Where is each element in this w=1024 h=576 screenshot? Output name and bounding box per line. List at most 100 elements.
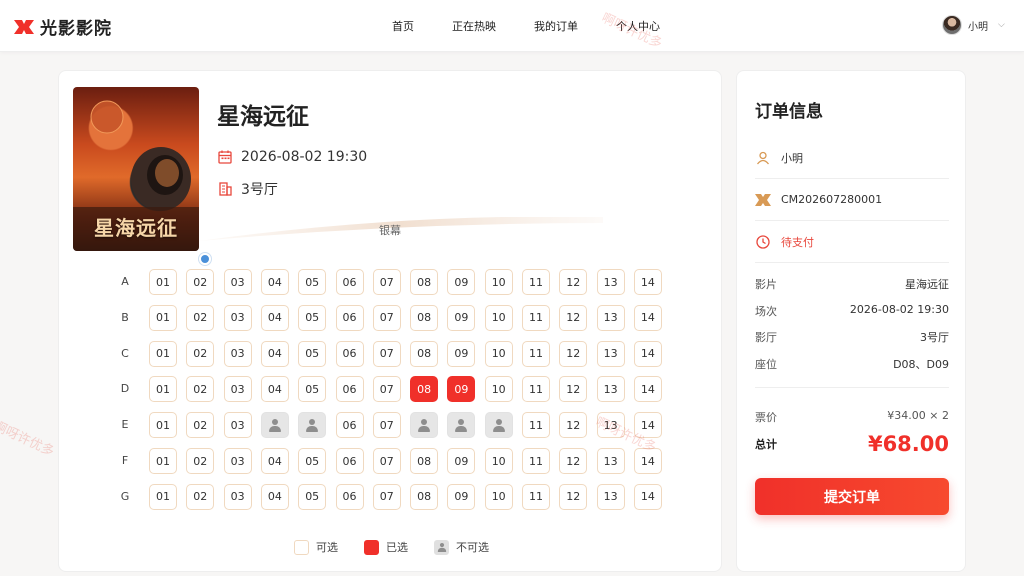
seat-A13[interactable]: 13 (596, 269, 625, 295)
seat-A14[interactable]: 14 (633, 269, 662, 295)
seat-G12[interactable]: 12 (559, 483, 588, 510)
seat-A11[interactable]: 11 (522, 269, 550, 295)
seat-G04[interactable]: 04 (260, 483, 289, 510)
seat-A12[interactable]: 12 (559, 269, 588, 295)
seat-A03[interactable]: 03 (223, 269, 252, 295)
seat-D06[interactable]: 06 (335, 376, 364, 403)
seat-B13[interactable]: 13 (596, 304, 625, 331)
nav-home[interactable]: 首页 (392, 18, 414, 34)
seat-F05[interactable]: 05 (298, 448, 327, 474)
logo[interactable]: 光影影院 (14, 14, 112, 39)
seat-D07[interactable]: 07 (372, 376, 401, 403)
seat-B03[interactable]: 03 (223, 304, 252, 331)
seat-B04[interactable]: 04 (260, 304, 289, 331)
seat-F07[interactable]: 07 (372, 448, 401, 474)
seat-D08[interactable]: 08 (410, 376, 439, 403)
seat-B10[interactable]: 10 (484, 304, 513, 331)
seat-F10[interactable]: 10 (484, 448, 513, 474)
seat-E12[interactable]: 12 (559, 412, 588, 439)
seat-C09[interactable]: 09 (447, 340, 476, 367)
seat-A10[interactable]: 10 (484, 269, 513, 295)
submit-order-button[interactable]: 提交订单 (755, 478, 949, 515)
seat-E01[interactable]: 01 (149, 412, 177, 439)
seat-F13[interactable]: 13 (596, 448, 625, 474)
seat-E11[interactable]: 11 (522, 412, 550, 439)
seat-B11[interactable]: 11 (522, 304, 550, 331)
seat-C08[interactable]: 08 (410, 340, 439, 367)
seat-G09[interactable]: 09 (447, 483, 476, 510)
seat-C02[interactable]: 02 (186, 340, 215, 367)
seat-F14[interactable]: 14 (633, 448, 662, 474)
seat-G02[interactable]: 02 (186, 483, 215, 510)
seat-F11[interactable]: 11 (522, 448, 550, 474)
seat-C03[interactable]: 03 (223, 340, 252, 367)
seat-A08[interactable]: 08 (410, 269, 439, 295)
seat-D09[interactable]: 09 (447, 376, 476, 403)
seat-D02[interactable]: 02 (186, 376, 215, 403)
seat-E03[interactable]: 03 (223, 412, 252, 439)
seat-A07[interactable]: 07 (372, 269, 401, 295)
seat-E02[interactable]: 02 (186, 412, 215, 439)
seat-B05[interactable]: 05 (298, 304, 327, 331)
seat-B01[interactable]: 01 (149, 304, 177, 331)
seat-G07[interactable]: 07 (372, 483, 401, 510)
seat-C04[interactable]: 04 (260, 340, 289, 367)
seat-E06[interactable]: 06 (335, 412, 364, 439)
user-menu[interactable]: 小明 ⌵ (942, 15, 1005, 35)
seat-F12[interactable]: 12 (559, 448, 588, 474)
seat-G03[interactable]: 03 (223, 483, 252, 510)
seat-C10[interactable]: 10 (484, 340, 513, 367)
seat-D10[interactable]: 10 (484, 376, 513, 403)
seat-F03[interactable]: 03 (223, 448, 252, 474)
seat-F06[interactable]: 06 (335, 448, 364, 474)
seat-C07[interactable]: 07 (372, 340, 401, 367)
seat-E13[interactable]: 13 (596, 412, 625, 439)
seat-A04[interactable]: 04 (260, 269, 289, 295)
seat-B09[interactable]: 09 (447, 304, 476, 331)
seat-F08[interactable]: 08 (410, 448, 439, 474)
seat-A06[interactable]: 06 (335, 269, 364, 295)
seat-D13[interactable]: 13 (596, 376, 625, 403)
seat-C11[interactable]: 11 (522, 340, 550, 367)
seat-F09[interactable]: 09 (447, 448, 476, 474)
seat-D14[interactable]: 14 (633, 376, 662, 403)
seat-D03[interactable]: 03 (223, 376, 252, 403)
seat-D12[interactable]: 12 (559, 376, 588, 403)
seat-G13[interactable]: 13 (596, 483, 625, 510)
seat-F02[interactable]: 02 (186, 448, 215, 474)
seat-F04[interactable]: 04 (260, 448, 289, 474)
nav-my-orders[interactable]: 我的订单 (534, 18, 578, 34)
seat-C06[interactable]: 06 (335, 340, 364, 367)
seat-B08[interactable]: 08 (410, 304, 439, 331)
seat-G06[interactable]: 06 (335, 483, 364, 510)
seat-A05[interactable]: 05 (298, 269, 327, 295)
seat-D01[interactable]: 01 (149, 376, 177, 403)
seat-G05[interactable]: 05 (298, 483, 327, 510)
seat-B02[interactable]: 02 (186, 304, 215, 331)
seat-G14[interactable]: 14 (633, 483, 662, 510)
seat-C12[interactable]: 12 (559, 340, 588, 367)
seat-D11[interactable]: 11 (522, 376, 550, 403)
seat-E07[interactable]: 07 (372, 412, 401, 439)
seat-G08[interactable]: 08 (410, 483, 439, 510)
seat-D05[interactable]: 05 (298, 376, 327, 403)
seat-B06[interactable]: 06 (335, 304, 364, 331)
seat-A01[interactable]: 01 (149, 269, 177, 295)
nav-profile[interactable]: 个人中心 (616, 18, 660, 34)
seat-E14[interactable]: 14 (633, 412, 662, 439)
seat-B14[interactable]: 14 (633, 304, 662, 331)
seat-G10[interactable]: 10 (484, 483, 513, 510)
seat-D04[interactable]: 04 (260, 376, 289, 403)
seat-A02[interactable]: 02 (186, 269, 215, 295)
seat-G11[interactable]: 11 (522, 483, 550, 510)
seat-B12[interactable]: 12 (559, 304, 588, 331)
seat-C14[interactable]: 14 (633, 340, 662, 367)
seat-C05[interactable]: 05 (298, 340, 327, 367)
nav-now-showing[interactable]: 正在热映 (452, 18, 496, 34)
seat-G01[interactable]: 01 (149, 483, 177, 510)
seat-B07[interactable]: 07 (372, 304, 401, 331)
seat-C01[interactable]: 01 (149, 340, 177, 367)
seat-A09[interactable]: 09 (447, 269, 476, 295)
seat-C13[interactable]: 13 (596, 340, 625, 367)
seat-F01[interactable]: 01 (149, 448, 177, 474)
